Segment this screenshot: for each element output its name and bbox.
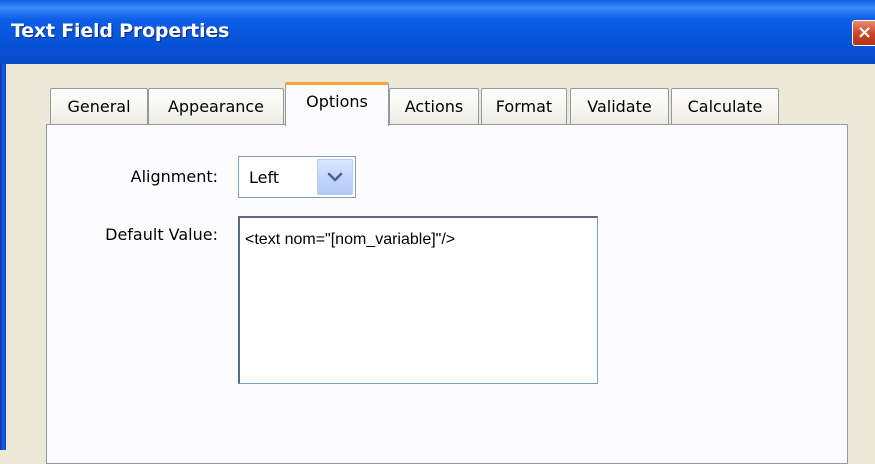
tab-appearance[interactable]: Appearance: [148, 88, 284, 124]
tab-label: Actions: [404, 97, 464, 116]
alignment-value: Left: [249, 168, 280, 187]
close-icon: ×: [857, 22, 873, 43]
tab-label: Format: [495, 97, 553, 116]
alignment-select[interactable]: Left: [238, 156, 356, 198]
dropdown-button[interactable]: [317, 159, 353, 195]
close-button[interactable]: ×: [852, 20, 875, 46]
tab-validate[interactable]: Validate: [570, 88, 669, 124]
default-value-textarea[interactable]: <text nom="[nom_variable]"/>: [238, 216, 598, 384]
default-value-label: Default Value:: [105, 225, 218, 244]
tab-calculate[interactable]: Calculate: [671, 88, 779, 124]
default-value-text: <text nom="[nom_variable]"/>: [245, 231, 456, 248]
tab-label: Options: [306, 92, 368, 111]
tab-actions[interactable]: Actions: [389, 88, 479, 124]
chevron-down-icon: [327, 172, 343, 182]
tab-label: Validate: [587, 97, 652, 116]
window-title: Text Field Properties: [11, 20, 230, 42]
tab-label: General: [67, 97, 131, 116]
tab-label: Appearance: [167, 97, 265, 116]
tab-format[interactable]: Format: [481, 88, 567, 124]
tab-general[interactable]: General: [50, 88, 148, 124]
tab-options[interactable]: Options: [285, 82, 389, 126]
tab-label: Calculate: [687, 97, 763, 116]
title-bar[interactable]: Text Field Properties ×: [0, 0, 875, 64]
alignment-label: Alignment:: [130, 167, 218, 186]
